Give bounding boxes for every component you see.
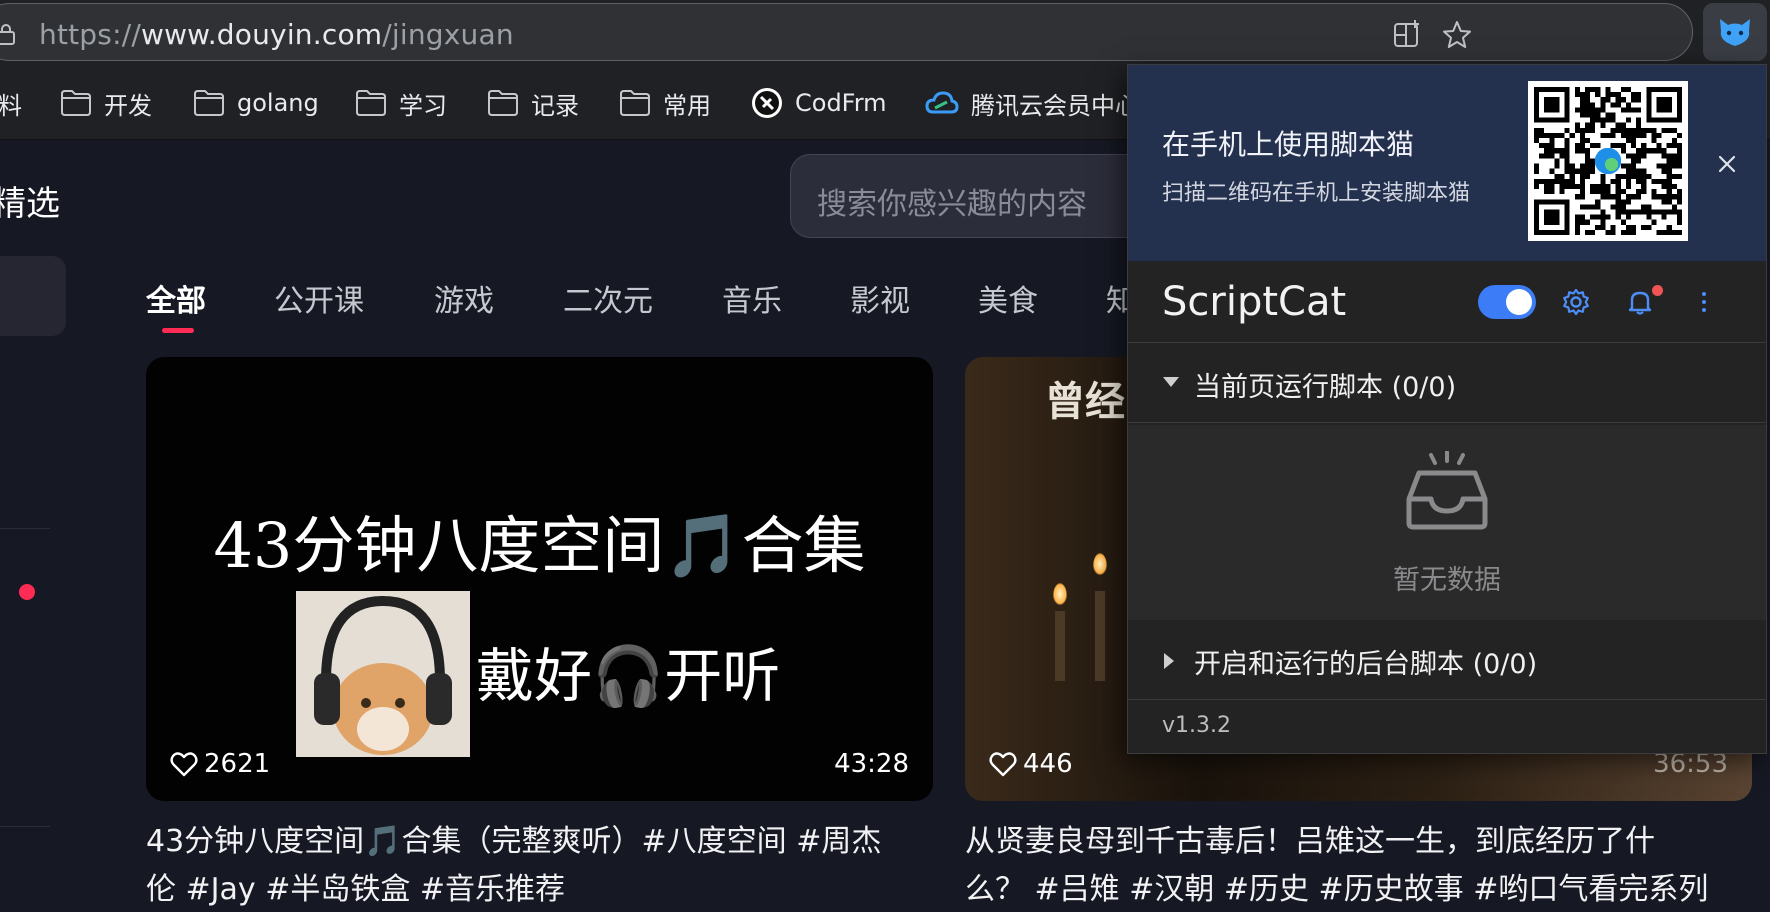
heart-icon xyxy=(170,752,198,777)
bookmark-item[interactable]: 料 xyxy=(0,86,22,120)
scriptcat-popup: 在手机上使用脚本猫 扫描二维码在手机上安装脚本猫 ScriptCat 当前页运行… xyxy=(1127,64,1767,754)
flame-decoration xyxy=(1093,553,1107,575)
current-page-scripts-section[interactable]: 当前页运行脚本 (0/0) xyxy=(1128,343,1766,423)
bookmark-tencent-cloud[interactable]: 腾讯云会员中心 xyxy=(925,86,1139,120)
star-bookmark-icon[interactable] xyxy=(1441,19,1473,51)
cover-title: 43分钟八度空间🎵合集 xyxy=(213,509,866,582)
tencent-cloud-icon xyxy=(925,91,959,114)
scriptcat-logo-icon xyxy=(1720,19,1750,46)
version-label: v1.3.2 xyxy=(1162,713,1231,738)
bookmark-folder-common[interactable]: 常用 xyxy=(619,86,711,120)
browser-toolbar: https://www.douyin.com/jingxuan xyxy=(0,0,1770,64)
folder-icon xyxy=(61,90,91,116)
tab-games[interactable]: 游戏 xyxy=(434,276,494,320)
sidebar-divider xyxy=(0,826,50,827)
cat-headphones-thumbnail xyxy=(296,591,470,757)
tab-music[interactable]: 音乐 xyxy=(722,276,782,320)
empty-text: 暂无数据 xyxy=(1393,565,1501,596)
sidebar-active-item[interactable] xyxy=(0,256,66,336)
folder-icon xyxy=(356,90,386,116)
cover-subtitle: 戴好🎧开听 xyxy=(476,642,781,710)
candle-decoration xyxy=(1055,611,1065,681)
video-card[interactable]: 43分钟八度空间🎵合集 戴好🎧开听 2621 43:28 xyxy=(146,357,933,801)
sidebar-divider xyxy=(0,528,50,529)
notification-badge xyxy=(1652,285,1663,296)
app-title: ScriptCat xyxy=(1162,279,1347,325)
bookmark-folder-dev[interactable]: 开发 xyxy=(60,86,152,120)
qr-code xyxy=(1528,81,1688,241)
bookmark-folder-golang[interactable]: golang xyxy=(193,86,319,120)
empty-inbox-icon xyxy=(1406,451,1488,530)
bell-icon[interactable] xyxy=(1625,287,1655,317)
like-count: 2621 xyxy=(170,749,270,779)
codfrm-logo-icon xyxy=(752,88,782,118)
bookmark-codfrm[interactable]: CodFrm xyxy=(751,86,887,120)
url-text[interactable]: https://www.douyin.com/jingxuan xyxy=(39,18,514,51)
address-bar[interactable]: https://www.douyin.com/jingxuan xyxy=(0,3,1693,61)
caret-down-icon xyxy=(1163,377,1179,387)
like-count: 446 xyxy=(989,749,1073,779)
empty-state: 暂无数据 xyxy=(1128,425,1766,620)
scriptcat-header: ScriptCat xyxy=(1128,261,1766,343)
cover-stamp: 曾经 xyxy=(1045,379,1125,425)
tab-all[interactable]: 全部 xyxy=(146,276,206,320)
bookmark-folder-notes[interactable]: 记录 xyxy=(487,86,579,120)
page-title: 精选 xyxy=(0,184,60,224)
site-info-icon[interactable] xyxy=(0,22,19,46)
tab-open-course[interactable]: 公开课 xyxy=(274,276,364,320)
promo-subtitle: 扫描二维码在手机上安装脚本猫 xyxy=(1162,181,1471,206)
candle-decoration xyxy=(1095,591,1105,681)
caret-right-icon xyxy=(1164,653,1174,669)
flame-decoration xyxy=(1053,583,1067,605)
promo-title: 在手机上使用脚本猫 xyxy=(1162,128,1415,161)
notification-dot xyxy=(19,584,35,600)
mobile-promo-banner: 在手机上使用脚本猫 扫描二维码在手机上安装脚本猫 xyxy=(1128,65,1766,261)
folder-icon xyxy=(488,90,518,116)
folder-icon xyxy=(620,90,650,116)
active-tab-indicator xyxy=(162,328,194,333)
tab-film[interactable]: 影视 xyxy=(850,276,910,320)
gear-icon[interactable] xyxy=(1561,287,1591,317)
scriptcat-extension-button[interactable] xyxy=(1703,3,1767,61)
tab-anime[interactable]: 二次元 xyxy=(563,276,653,320)
video-duration: 43:28 xyxy=(834,749,909,779)
background-scripts-section[interactable]: 开启和运行的后台脚本 (0/0) xyxy=(1128,620,1766,700)
enable-toggle[interactable] xyxy=(1478,285,1536,319)
tab-food[interactable]: 美食 xyxy=(978,276,1038,320)
more-options-icon[interactable] xyxy=(1689,287,1719,317)
search-placeholder: 搜索你感兴趣的内容 xyxy=(817,187,1087,222)
bookmark-folder-study[interactable]: 学习 xyxy=(355,86,447,120)
heart-icon xyxy=(989,752,1017,777)
close-icon[interactable] xyxy=(1714,151,1740,177)
split-screen-icon[interactable] xyxy=(1391,19,1423,51)
video-caption[interactable]: 43分钟八度空间🎵合集（完整爽听）#八度空间 #周杰 伦 #Jay #半岛铁盒 … xyxy=(146,818,881,912)
folder-icon xyxy=(194,90,224,116)
video-caption[interactable]: 从贤妻良母到千古毒后！吕雉这一生，到底经历了什 么？ #吕雉 #汉朝 #历史 #… xyxy=(965,818,1708,912)
